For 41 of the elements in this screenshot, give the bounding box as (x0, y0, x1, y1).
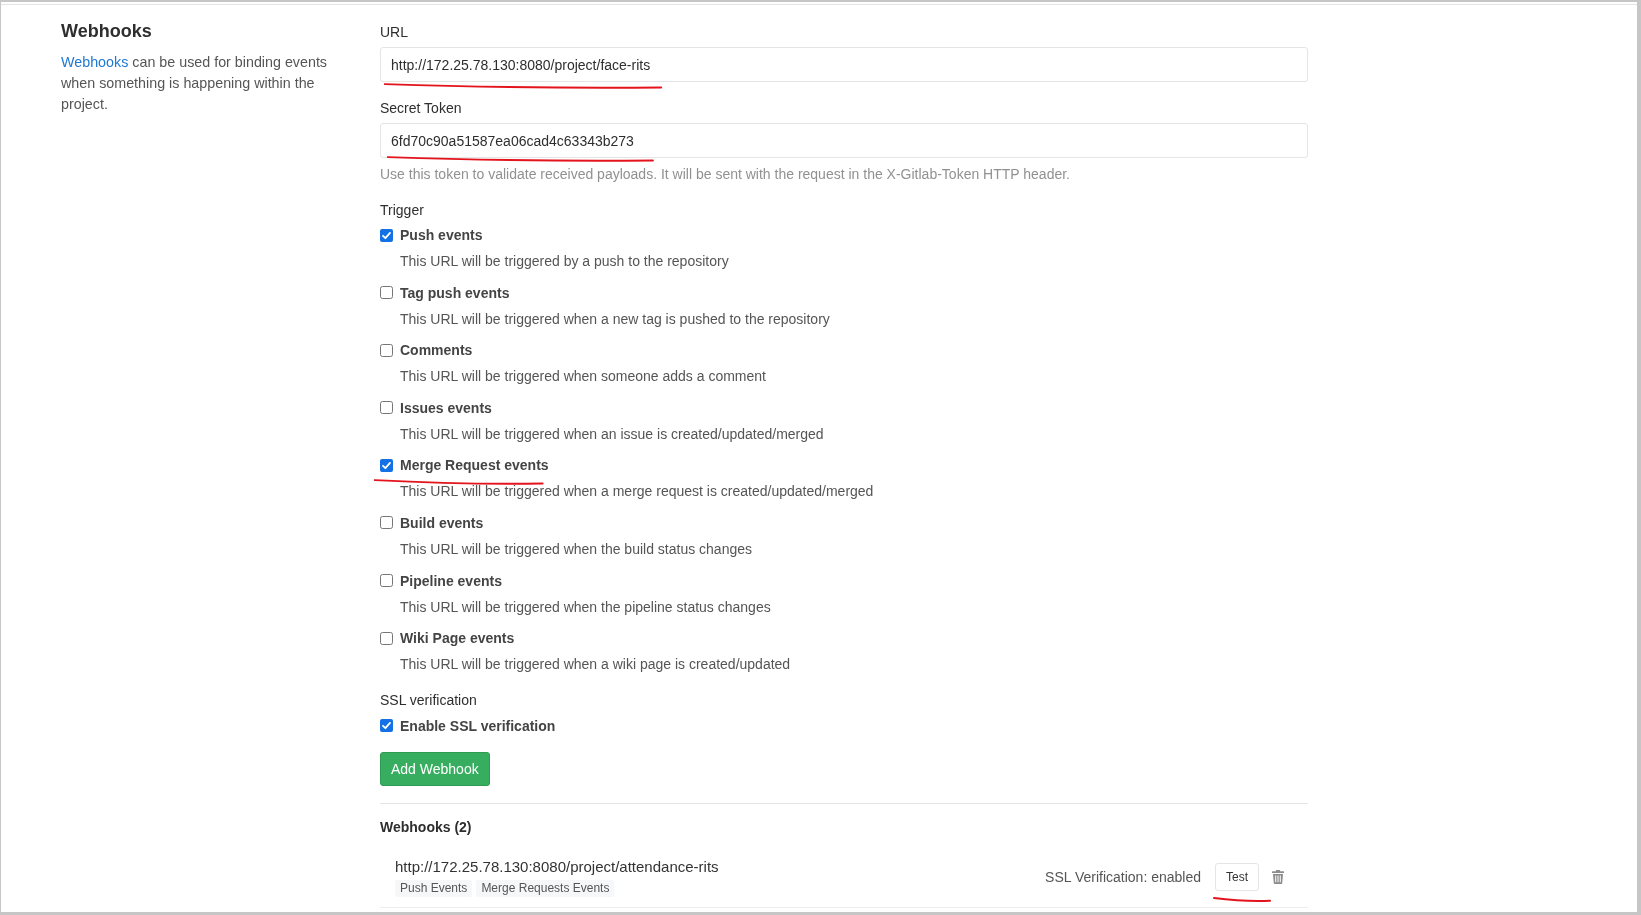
option-description: This URL will be triggered when someone adds a comment (399, 367, 767, 387)
checkbox[interactable] (380, 343, 393, 357)
checkbox-label[interactable]: Tag push events (400, 282, 510, 303)
checkbox[interactable] (380, 631, 393, 645)
event-tag: Push Events (395, 879, 473, 897)
checkbox[interactable] (380, 286, 393, 300)
option-description: This URL will be triggered by a push to the repository (399, 252, 730, 271)
option-description: This URL will be triggered when an issue is created/updated/merged (399, 424, 825, 444)
checkbox[interactable] (380, 228, 393, 242)
test-button[interactable]: Test (1215, 862, 1259, 891)
option-description: This URL will be triggered when the build status changes (399, 539, 753, 559)
webhooks-link[interactable]: Webhooks (61, 54, 129, 70)
checkbox-label[interactable]: Merge Request events (400, 455, 549, 476)
group-label: SSL verification (380, 690, 478, 710)
group-label: Trigger (380, 201, 425, 220)
checkbox-label[interactable]: Build events (400, 512, 484, 533)
checkbox[interactable] (380, 516, 393, 530)
field-label: URL (380, 23, 409, 42)
field-label: Secret Token (380, 99, 463, 118)
checkbox[interactable] (380, 458, 393, 472)
checkbox-label[interactable]: Push events (400, 225, 483, 245)
list-title: Webhooks (2) (380, 817, 473, 837)
ssl-status: SSL Verification: enabled (1045, 867, 1201, 887)
trash-icon[interactable] (1272, 869, 1284, 884)
section-description: Webhooks can be used for binding events when something is happening within the project. (61, 53, 328, 114)
checkbox[interactable] (380, 401, 393, 415)
help-text: Use this token to validate received payloads. It will be sent with the request in the X-Gitlab-Token HTTP header. (380, 165, 1071, 184)
option-description: This URL will be triggered when the pipeline status changes (399, 597, 772, 617)
option-description: This URL will be triggered when a new tag is pushed to the repository (399, 309, 831, 329)
section-title: Webhooks (61, 20, 153, 42)
checkbox[interactable] (380, 574, 393, 588)
checkbox-label[interactable]: Pipeline events (400, 570, 502, 591)
checkbox-label[interactable]: Comments (400, 340, 473, 361)
checkbox-label[interactable]: Wiki Page events (400, 628, 515, 649)
checkbox[interactable] (380, 719, 393, 733)
option-description: This URL will be triggered when a wiki page is created/updated (399, 655, 792, 675)
checkbox-label[interactable]: Issues events (400, 397, 492, 418)
option-description: This URL will be triggered when a merge request is created/updated/merged (399, 482, 875, 502)
event-tag: Merge Requests Events (476, 879, 615, 897)
checkbox-label[interactable]: Enable SSL verification (400, 715, 556, 736)
webhook-url: http://172.25.78.130:8080/project/attendance-rits (395, 856, 719, 877)
